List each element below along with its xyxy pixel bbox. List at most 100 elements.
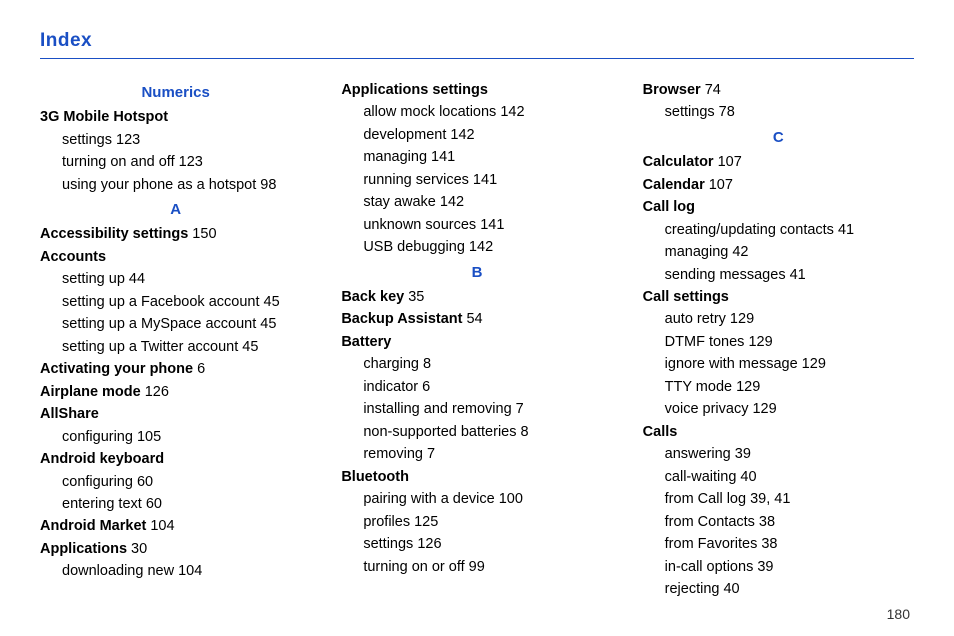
index-subentry: development 142: [341, 124, 612, 146]
page-ref: 30: [127, 541, 147, 557]
page-ref: 104: [146, 518, 174, 534]
term-text: Call log: [643, 199, 695, 215]
term-text: Calendar: [643, 177, 705, 193]
index-term: Backup Assistant 54: [341, 308, 612, 330]
index-subentry: settings 78: [643, 101, 914, 123]
subentry-text: charging: [363, 356, 419, 372]
page-ref: 126: [141, 384, 169, 400]
index-subentry: configuring 60: [40, 471, 311, 493]
subentry-text: USB debugging: [363, 239, 465, 255]
subentry-text: settings: [62, 132, 112, 148]
term-text: Battery: [341, 334, 391, 350]
subentry-text: from Call log: [665, 491, 746, 507]
index-term: Call log: [643, 196, 914, 218]
subentry-text: profiles: [363, 514, 410, 530]
subentry-text: configuring: [62, 474, 133, 490]
page-ref: 45: [260, 294, 280, 310]
page-ref: 6: [193, 361, 205, 377]
subentry-text: from Favorites: [665, 536, 758, 552]
subentry-text: setting up: [62, 271, 125, 287]
index-subentry: from Favorites 38: [643, 533, 914, 555]
index-term: Call settings: [643, 286, 914, 308]
page-ref: 74: [701, 82, 721, 98]
page-ref: 35: [404, 289, 424, 305]
page-ref: 7: [512, 401, 524, 417]
index-subentry: sending messages 41: [643, 264, 914, 286]
term-text: Activating your phone: [40, 361, 193, 377]
subentry-text: setting up a Twitter account: [62, 339, 238, 355]
subentry-text: answering: [665, 446, 731, 462]
page-ref: 142: [436, 194, 464, 210]
section-heading: C: [643, 126, 914, 149]
term-text: Bluetooth: [341, 469, 409, 485]
subentry-text: removing: [363, 446, 423, 462]
column-1: Numerics3G Mobile Hotspotsettings 123tur…: [40, 79, 311, 601]
index-subentry: settings 126: [341, 533, 612, 555]
page-ref: 40: [736, 469, 756, 485]
page-ref: 104: [174, 563, 202, 579]
page-ref: 142: [465, 239, 493, 255]
index-subentry: indicator 6: [341, 376, 612, 398]
subentry-text: allow mock locations: [363, 104, 496, 120]
term-text: Airplane mode: [40, 384, 141, 400]
index-subentry: rejecting 40: [643, 578, 914, 600]
subentry-text: from Contacts: [665, 514, 755, 530]
index-term: Android Market 104: [40, 515, 311, 537]
index-term: AllShare: [40, 403, 311, 425]
index-subentry: running services 141: [341, 169, 612, 191]
page-ref: 129: [732, 379, 760, 395]
page-ref: 129: [744, 334, 772, 350]
index-subentry: managing 42: [643, 241, 914, 263]
page-ref: 38: [755, 514, 775, 530]
page-ref: 125: [410, 514, 438, 530]
index-subentry: setting up a Twitter account 45: [40, 336, 311, 358]
page-ref: 123: [112, 132, 140, 148]
subentry-text: using your phone as a hotspot: [62, 177, 256, 193]
page-ref: 107: [714, 154, 742, 170]
subentry-text: unknown sources: [363, 217, 476, 233]
page-ref: 105: [133, 429, 161, 445]
index-subentry: managing 141: [341, 146, 612, 168]
index-subentry: profiles 125: [341, 511, 612, 533]
subentry-text: auto retry: [665, 311, 726, 327]
page-title: Index: [40, 30, 914, 59]
index-term: Back key 35: [341, 286, 612, 308]
index-subentry: charging 8: [341, 353, 612, 375]
subentry-text: setting up a MySpace account: [62, 316, 256, 332]
term-text: Applications: [40, 541, 127, 557]
page-ref: 41: [786, 267, 806, 283]
page-ref: 142: [496, 104, 524, 120]
index-subentry: DTMF tones 129: [643, 331, 914, 353]
subentry-text: non-supported batteries: [363, 424, 516, 440]
page-number: 180: [887, 606, 910, 622]
index-subentry: turning on and off 123: [40, 151, 311, 173]
page-ref: 60: [142, 496, 162, 512]
page-ref: 129: [748, 401, 776, 417]
subentry-text: managing: [665, 244, 729, 260]
page-ref: 107: [705, 177, 733, 193]
page-ref: 39, 41: [746, 491, 790, 507]
term-text: Applications settings: [341, 82, 488, 98]
index-term: Applications settings: [341, 79, 612, 101]
index-subentry: using your phone as a hotspot 98: [40, 174, 311, 196]
page-ref: 100: [495, 491, 523, 507]
page-ref: 45: [238, 339, 258, 355]
term-text: Android Market: [40, 518, 146, 534]
index-subentry: setting up a MySpace account 45: [40, 313, 311, 335]
column-2: Applications settings allow mock location…: [341, 79, 612, 601]
column-3: Browser 74settings 78CCalculator 107Cale…: [643, 79, 914, 601]
page-ref: 142: [446, 127, 474, 143]
subentry-text: turning on and off: [62, 154, 175, 170]
index-subentry: from Call log 39, 41: [643, 488, 914, 510]
index-subentry: non-supported batteries 8: [341, 421, 612, 443]
index-subentry: removing 7: [341, 443, 612, 465]
page-ref: 39: [731, 446, 751, 462]
page-ref: 54: [462, 311, 482, 327]
index-term: Browser 74: [643, 79, 914, 101]
page-ref: 39: [753, 559, 773, 575]
page-ref: 123: [175, 154, 203, 170]
subentry-text: settings: [665, 104, 715, 120]
section-heading: B: [341, 261, 612, 284]
page-ref: 150: [188, 226, 216, 242]
page-ref: 8: [516, 424, 528, 440]
